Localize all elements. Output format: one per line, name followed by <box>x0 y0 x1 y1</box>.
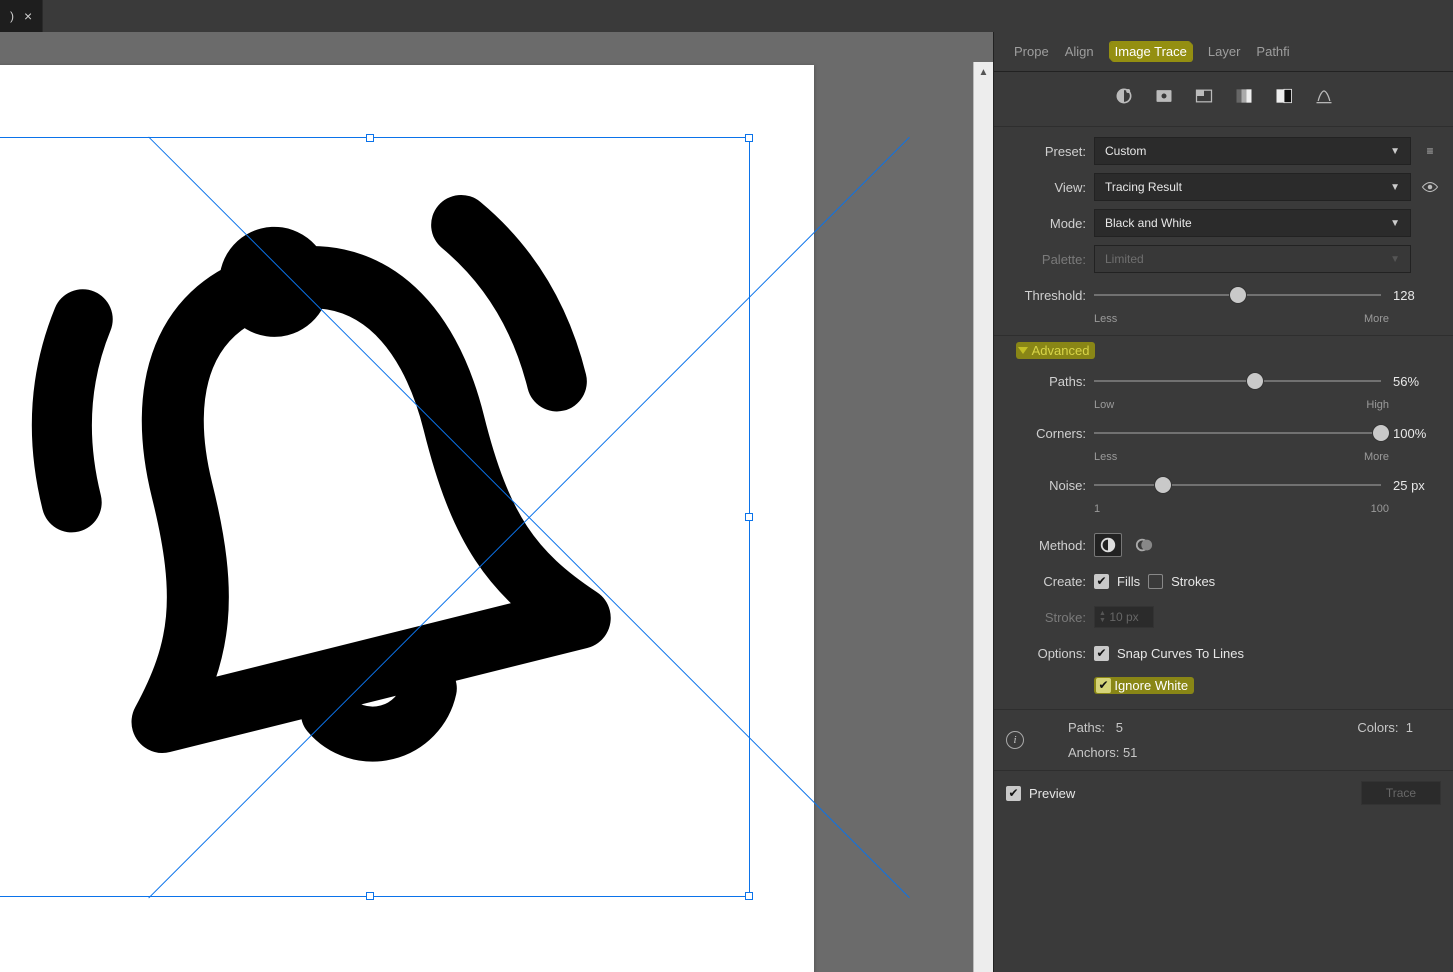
grayscale-icon[interactable] <box>1233 86 1255 106</box>
fills-checkbox[interactable]: ✔ <box>1094 574 1109 589</box>
trace-stats: i Paths: 5 Colors: 1 Anchors: 51 <box>994 710 1453 770</box>
tab-properties[interactable]: Prope <box>1006 32 1057 72</box>
threshold-slider[interactable] <box>1094 285 1381 305</box>
view-dropdown[interactable]: Tracing Result▼ <box>1094 173 1411 201</box>
corners-slider[interactable] <box>1094 423 1381 443</box>
noise-label: Noise: <box>994 478 1086 493</box>
triangle-down-icon <box>1018 347 1028 354</box>
advanced-toggle[interactable]: Advanced <box>994 342 1441 359</box>
threshold-value[interactable]: 128 <box>1389 288 1441 303</box>
chevron-down-icon: ▼ <box>1390 146 1400 157</box>
selection-handle[interactable] <box>366 892 374 900</box>
selection-handle[interactable] <box>366 134 374 142</box>
corners-label: Corners: <box>994 426 1086 441</box>
info-icon: i <box>1006 731 1024 749</box>
method-overlapping-button[interactable] <box>1130 533 1158 557</box>
stroke-label: Stroke: <box>994 610 1086 625</box>
preview-label: Preview <box>1029 786 1075 801</box>
strokes-label: Strokes <box>1171 574 1215 589</box>
ignore-white-label: Ignore White <box>1114 678 1188 693</box>
strokes-checkbox[interactable] <box>1148 574 1163 589</box>
tab-image-trace[interactable]: Image Trace <box>1102 32 1200 72</box>
selection-handle[interactable] <box>745 892 753 900</box>
snap-curves-checkbox[interactable]: ✔ <box>1094 646 1109 661</box>
chevron-down-icon: ▼ <box>1390 254 1400 265</box>
document-tab[interactable]: ) × <box>0 0 43 32</box>
low-color-icon[interactable] <box>1193 86 1215 106</box>
paths-slider[interactable] <box>1094 371 1381 391</box>
palette-dropdown: Limited▼ <box>1094 245 1411 273</box>
method-label: Method: <box>994 538 1086 553</box>
chevron-down-icon: ▼ <box>1390 182 1400 193</box>
preset-dropdown[interactable]: Custom▼ <box>1094 137 1411 165</box>
scroll-up-icon[interactable]: ▲ <box>974 62 993 82</box>
tab-align[interactable]: Align <box>1057 32 1102 72</box>
black-white-icon[interactable] <box>1273 86 1295 106</box>
canvas-area[interactable]: ▲ <box>0 32 993 972</box>
corners-value[interactable]: 100% <box>1389 426 1441 441</box>
document-tab-strip: ) × <box>0 0 1453 32</box>
fills-label: Fills <box>1117 574 1140 589</box>
tab-layers[interactable]: Layer <box>1200 32 1249 72</box>
selection-handle[interactable] <box>745 134 753 142</box>
selection-handle[interactable] <box>745 513 753 521</box>
mode-dropdown[interactable]: Black and White▼ <box>1094 209 1411 237</box>
auto-color-icon[interactable] <box>1113 86 1135 106</box>
palette-label: Palette: <box>994 252 1086 267</box>
selection-bounding-box[interactable] <box>0 137 750 897</box>
document-tab-name: ) <box>10 9 14 23</box>
mode-label: Mode: <box>994 216 1086 231</box>
paths-label: Paths: <box>994 374 1086 389</box>
panel-image-trace: Prope Align Image Trace Layer Pathfi Pre… <box>993 32 1453 972</box>
preset-label: Preset: <box>994 144 1086 159</box>
trace-preset-icons <box>994 72 1453 127</box>
panel-tab-strip: Prope Align Image Trace Layer Pathfi <box>994 32 1453 72</box>
eye-icon[interactable] <box>1419 180 1441 194</box>
noise-slider[interactable] <box>1094 475 1381 495</box>
trace-button: Trace <box>1361 781 1441 805</box>
canvas-scrollbar-vertical[interactable]: ▲ <box>973 62 993 972</box>
artboard <box>0 65 814 972</box>
high-color-icon[interactable] <box>1153 86 1175 106</box>
workspace: ▲ Prope Align Image Trace Layer Pathfi P… <box>0 32 1453 972</box>
threshold-label: Threshold: <box>994 288 1086 303</box>
view-label: View: <box>994 180 1086 195</box>
preview-checkbox[interactable]: ✔ <box>1006 786 1021 801</box>
stroke-width-stepper: ▲▼10 px <box>1094 606 1154 628</box>
create-label: Create: <box>994 574 1086 589</box>
ignore-white-checkbox[interactable]: ✔ <box>1096 678 1111 693</box>
outline-icon[interactable] <box>1313 86 1335 106</box>
chevron-down-icon: ▼ <box>1390 218 1400 229</box>
noise-value[interactable]: 25 px <box>1389 478 1441 493</box>
options-label: Options: <box>994 646 1086 661</box>
tab-pathfinder[interactable]: Pathfi <box>1248 32 1297 72</box>
paths-value[interactable]: 56% <box>1389 374 1441 389</box>
snap-curves-label: Snap Curves To Lines <box>1117 646 1244 661</box>
preset-menu-icon[interactable]: ≡ <box>1419 144 1441 158</box>
close-icon[interactable]: × <box>24 8 32 24</box>
method-abutting-button[interactable] <box>1094 533 1122 557</box>
